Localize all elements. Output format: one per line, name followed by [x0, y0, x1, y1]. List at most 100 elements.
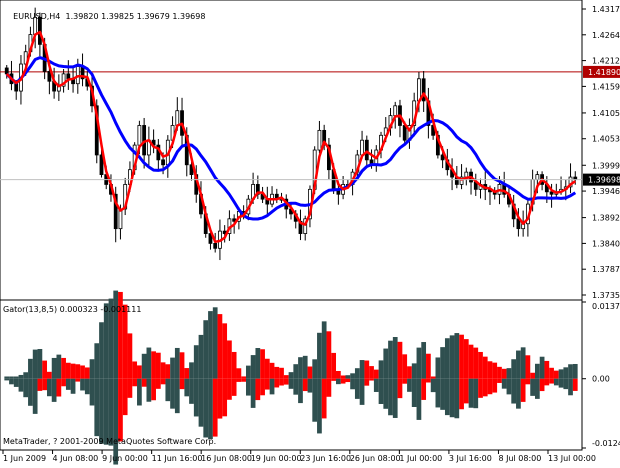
- time-tick-label: 11 Jun 16:00: [152, 454, 203, 463]
- gator-upper-bar: [264, 358, 270, 379]
- gator-lower-bar: [146, 378, 152, 402]
- gator-upper-bar: [492, 362, 498, 379]
- gator-upper-bar: [4, 376, 10, 379]
- gator-lower-bar: [236, 378, 242, 382]
- gator-upper-bar: [392, 337, 398, 379]
- gator-lower-bar: [189, 378, 194, 404]
- gator-lower-bar: [511, 378, 517, 404]
- gator-lower-bar: [151, 378, 156, 401]
- gator-upper-bar: [506, 368, 512, 379]
- candle-body: [549, 191, 554, 195]
- gator-lower-bar: [298, 378, 303, 404]
- gator-lower-bar: [530, 378, 535, 396]
- gator-lower-bar: [193, 378, 199, 417]
- gator-upper-bar: [572, 363, 578, 379]
- price-tick-label: 1.39465: [592, 187, 620, 196]
- gator-upper-bar: [302, 355, 308, 379]
- gator-upper-bar: [174, 347, 180, 379]
- gator-upper-bar: [32, 349, 38, 379]
- gator-upper-bar: [113, 290, 119, 379]
- gator-upper-bar: [250, 355, 256, 379]
- gator-lower-bar: [563, 378, 569, 390]
- gator-upper-bar: [37, 348, 43, 379]
- price-tick-label: 1.42120: [592, 57, 620, 66]
- gator-upper-bar: [18, 374, 24, 379]
- gator-upper-bar: [84, 367, 90, 379]
- time-tick-label: 16 Jun 08:00: [201, 454, 252, 463]
- gator-upper-bar: [331, 352, 337, 379]
- gator-lower-bar: [32, 378, 38, 414]
- gator-lower-bar: [56, 378, 62, 397]
- gator-upper-bar: [260, 349, 265, 379]
- gator-lower-bar: [28, 378, 33, 406]
- gator-upper-bar: [525, 355, 531, 379]
- gator-lower-bar: [37, 378, 43, 391]
- gator-lower-bar: [350, 378, 355, 390]
- time-tick-label: 13 Jul 00:00: [548, 454, 596, 463]
- gator-upper-bar: [478, 351, 483, 379]
- gator-lower-bar: [208, 378, 213, 439]
- gator-upper-bar: [298, 357, 303, 379]
- gator-upper-bar: [388, 340, 393, 379]
- candle-body: [393, 105, 398, 117]
- gator-upper-bar: [336, 370, 341, 379]
- gator-lower-bar: [364, 378, 370, 386]
- gator-upper-bar: [255, 348, 261, 379]
- gator-lower-bar: [468, 378, 474, 408]
- price-tick-label: 1.38400: [592, 239, 620, 248]
- gator-lower-bar: [42, 378, 48, 391]
- gator-lower-bar: [250, 378, 256, 408]
- gator-upper-bar: [283, 375, 289, 379]
- gator-tick-label: 0.013749: [592, 302, 620, 311]
- candle-body: [535, 174, 540, 180]
- chart-svg[interactable]: 1.43170 1.42645 1.42120 1.41595 1.41055 1.405…: [0, 0, 620, 465]
- gator-upper-bar: [65, 362, 71, 379]
- symbol-timeframe: EURUSD,H4: [13, 12, 61, 21]
- time-tick-label: 19 Jun 00:00: [251, 454, 302, 463]
- candle-body: [360, 139, 364, 156]
- gator-lower-bar: [122, 378, 128, 416]
- gator-upper-bar: [23, 372, 29, 379]
- gator-upper-bar: [189, 362, 194, 379]
- candle-body: [14, 83, 19, 92]
- gator-upper-bar: [558, 369, 564, 379]
- gator-lower-bar: [525, 378, 531, 385]
- gator-lower-bar: [84, 378, 90, 395]
- gator-lower-bar: [241, 378, 246, 382]
- time-tick-label: 3 Jul 16:00: [449, 454, 492, 463]
- gator-lower-bar: [307, 378, 313, 393]
- gator-upper-bar: [193, 345, 199, 379]
- price-tick-label: 1.37875: [592, 265, 620, 274]
- gator-lower-bar: [411, 378, 417, 407]
- gator-upper-bar: [520, 347, 526, 379]
- gator-upper-bar: [56, 354, 62, 379]
- gator-lower-bar: [473, 378, 479, 409]
- gator-upper-bar: [307, 366, 313, 379]
- time-tick-label: 23 Jun 16:00: [300, 454, 351, 463]
- gator-lower-bar: [336, 378, 341, 385]
- time-tick-label: 8 Jul 08:00: [498, 454, 541, 463]
- gator-lower-bar: [4, 378, 10, 381]
- gator-upper-bar: [534, 363, 540, 379]
- gator-lower-bar: [568, 378, 573, 396]
- gator-lower-bar: [217, 378, 223, 419]
- price-pane[interactable]: [0, 0, 583, 301]
- gator-upper-bar: [435, 357, 441, 379]
- gator-lower-bar: [75, 378, 81, 382]
- price-tick-label: 1.42645: [592, 31, 620, 40]
- gator-upper-bar: [165, 364, 171, 379]
- gator-lower-bar: [312, 378, 318, 422]
- gator-lower-bar: [227, 378, 232, 400]
- gator-upper-bar: [416, 347, 422, 379]
- gator-upper-bar: [359, 360, 365, 379]
- gator-lower-bar: [184, 378, 190, 397]
- candle-body: [213, 243, 218, 249]
- gator-lower-bar: [407, 378, 412, 392]
- gator-upper-bar: [146, 347, 152, 379]
- gator-lower-bar: [231, 378, 237, 396]
- gator-upper-bar: [28, 358, 33, 379]
- gator-lower-bar: [340, 378, 346, 384]
- gator-upper-bar: [42, 360, 48, 379]
- gator-upper-bar: [350, 373, 355, 379]
- gator-lower-bar: [516, 378, 521, 409]
